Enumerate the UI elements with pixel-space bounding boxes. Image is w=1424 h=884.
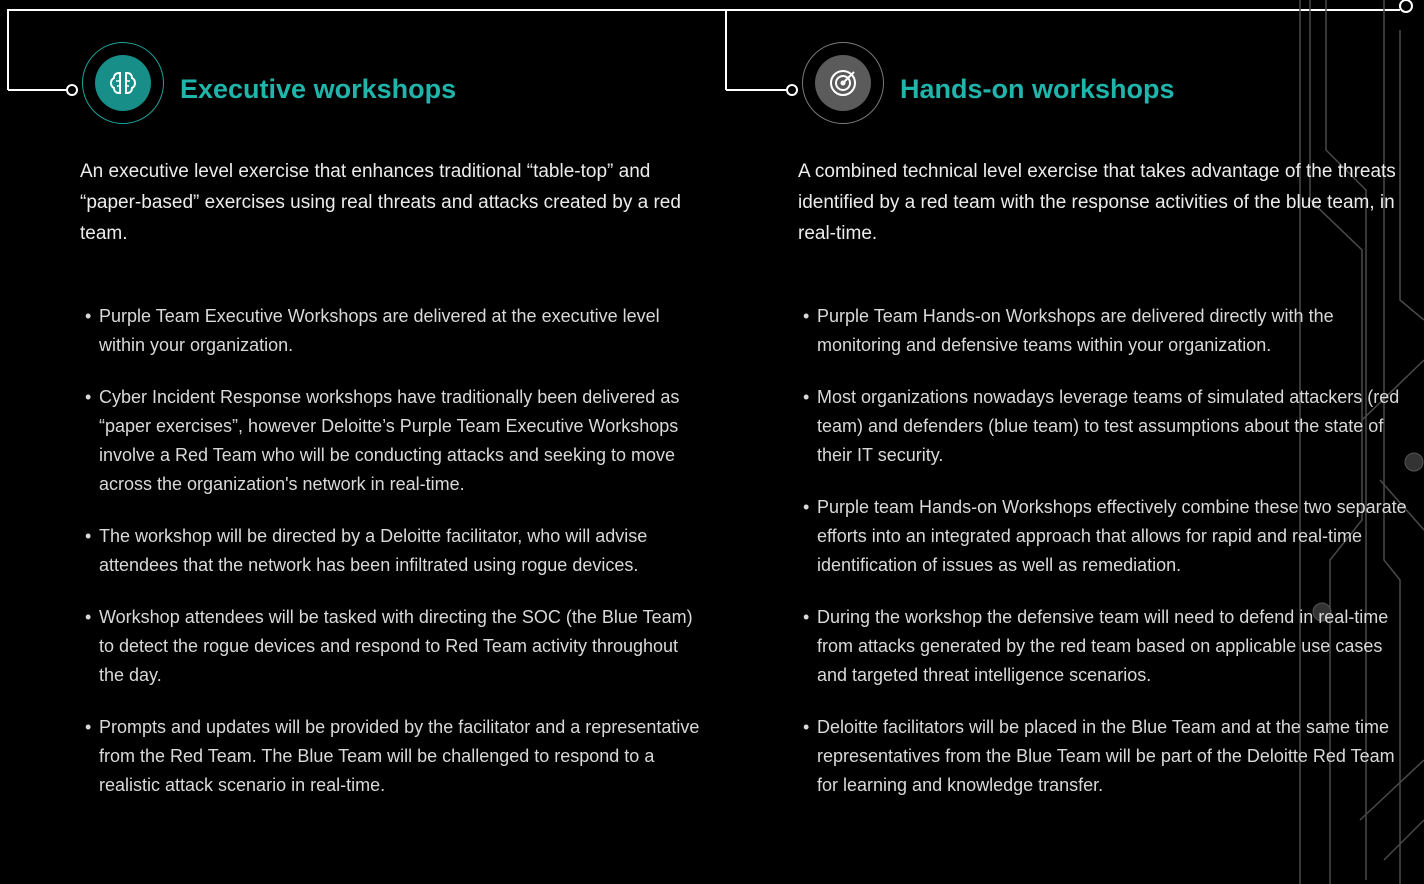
hands-on-workshops-heading: Hands-on workshops: [900, 74, 1175, 104]
executive-intro: An executive level exercise that enhance…: [80, 161, 681, 244]
list-item: • Purple Team Hands-on Workshops are deli…: [803, 306, 1334, 355]
list-item: • Purple team Hands-on Workshops effectiv…: [803, 497, 1407, 575]
list-item: • Cyber Incident Response workshops have …: [85, 387, 680, 494]
executive-bullet-list: • Purple Team Executive Workshops are del…: [80, 302, 700, 823]
radar-target-icon: [830, 70, 856, 96]
hands-on-intro: A combined technical level exercise that…: [798, 161, 1396, 244]
list-item: • During the workshop the defensive team …: [803, 607, 1389, 685]
brain-icon: [109, 72, 137, 94]
executive-workshops-heading: Executive workshops: [180, 74, 457, 104]
list-item: • Purple Team Executive Workshops are del…: [85, 306, 660, 355]
list-item: • Workshop attendees will be tasked with …: [85, 607, 693, 685]
list-item: • Most organizations nowadays leverage te…: [803, 387, 1400, 465]
executive-icon-badge: [82, 42, 164, 124]
hands-on-bullet-list: • Purple Team Hands-on Workshops are deli…: [798, 302, 1413, 823]
hands-on-icon-badge: [802, 42, 884, 124]
list-item: • Prompts and updates will be provided by…: [85, 717, 700, 795]
list-item: • The workshop will be directed by a Delo…: [85, 526, 648, 575]
list-item: • Deloitte facilitators will be placed in…: [803, 717, 1395, 795]
